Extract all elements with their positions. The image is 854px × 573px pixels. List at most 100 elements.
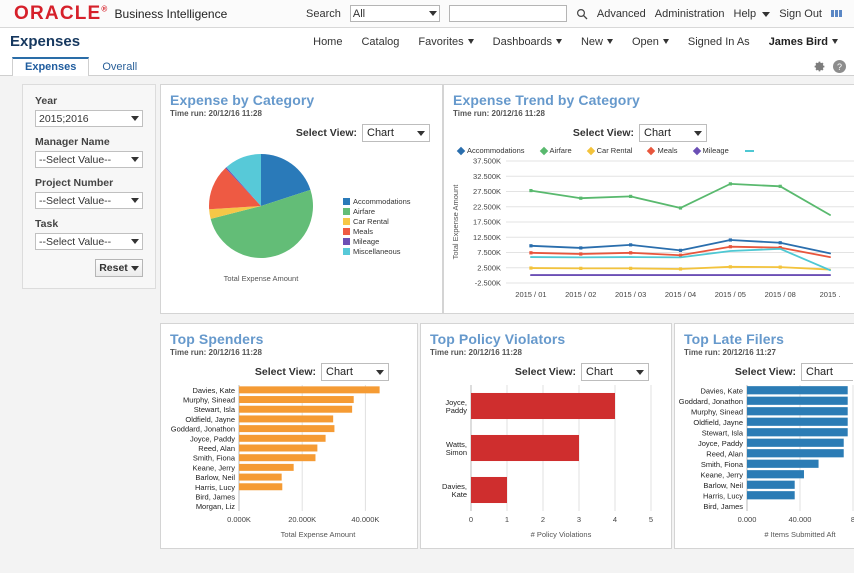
data-point[interactable] bbox=[579, 267, 582, 270]
bar[interactable] bbox=[747, 439, 844, 447]
year-select[interactable]: 2015;2016 bbox=[35, 110, 143, 127]
nav-home[interactable]: Home bbox=[313, 36, 342, 48]
manager-name-select[interactable]: --Select Value-- bbox=[35, 151, 143, 168]
data-point[interactable] bbox=[529, 266, 532, 269]
bar[interactable] bbox=[239, 406, 352, 413]
nav-favorites[interactable]: Favorites bbox=[418, 36, 473, 48]
bar-category-label: Bird, James bbox=[195, 492, 235, 501]
bar[interactable] bbox=[747, 407, 848, 415]
select-view-dropdown[interactable]: Chart bbox=[801, 363, 853, 381]
data-point[interactable] bbox=[629, 251, 632, 254]
data-point[interactable] bbox=[729, 182, 732, 185]
data-point[interactable] bbox=[779, 185, 782, 188]
data-point[interactable] bbox=[629, 195, 632, 198]
project-number-select[interactable]: --Select Value-- bbox=[35, 192, 143, 209]
data-point[interactable] bbox=[729, 238, 732, 241]
select-view-dropdown[interactable]: Chart bbox=[321, 363, 389, 381]
x-tick-label: 20.000K bbox=[288, 515, 316, 524]
bar[interactable] bbox=[239, 445, 317, 452]
help-icon[interactable]: ? bbox=[833, 60, 846, 73]
legend-item[interactable]: Meals bbox=[343, 227, 411, 236]
bar[interactable] bbox=[747, 386, 848, 394]
page-title: Expenses bbox=[10, 33, 80, 50]
bar-category-label: Davies, Kate bbox=[700, 386, 743, 395]
bar-category-label: Stewart, Isla bbox=[194, 405, 236, 414]
bar[interactable] bbox=[747, 449, 844, 457]
legend-item[interactable]: Mileage bbox=[694, 146, 729, 155]
data-point[interactable] bbox=[529, 244, 532, 247]
bar[interactable] bbox=[747, 418, 848, 426]
task-select[interactable]: --Select Value-- bbox=[35, 233, 143, 250]
bar[interactable] bbox=[239, 483, 282, 490]
bar[interactable] bbox=[747, 491, 795, 499]
nav-new[interactable]: New bbox=[581, 36, 613, 48]
bar[interactable] bbox=[239, 474, 282, 481]
data-point[interactable] bbox=[579, 246, 582, 249]
data-point[interactable] bbox=[679, 267, 682, 270]
nav-dashboards[interactable]: Dashboards bbox=[493, 36, 562, 48]
data-point[interactable] bbox=[579, 197, 582, 200]
bar[interactable] bbox=[239, 435, 326, 442]
legend-label: Airfare bbox=[550, 146, 572, 155]
legend-item[interactable]: Accommodations bbox=[458, 146, 525, 155]
data-point[interactable] bbox=[729, 245, 732, 248]
line-chart: -2.500K2.500K7.500K12.500K17.500K22.500K… bbox=[444, 155, 854, 305]
select-view-value: Chart bbox=[806, 366, 849, 378]
bar-chart: 0.000K20.000K40.000KDavies, KateMurphy, … bbox=[161, 381, 417, 541]
bar[interactable] bbox=[747, 481, 795, 489]
line-series[interactable] bbox=[531, 184, 830, 215]
select-view-dropdown[interactable]: Chart bbox=[581, 363, 649, 381]
sign-out-link[interactable]: Sign Out bbox=[779, 8, 822, 20]
data-point[interactable] bbox=[579, 252, 582, 255]
bar[interactable] bbox=[471, 435, 579, 461]
legend-item[interactable]: Meals bbox=[648, 146, 677, 155]
data-point[interactable] bbox=[629, 243, 632, 246]
gear-icon[interactable] bbox=[813, 60, 826, 73]
tab-expenses[interactable]: Expenses bbox=[12, 57, 89, 76]
search-scope-select[interactable]: All bbox=[350, 5, 440, 22]
data-point[interactable] bbox=[779, 266, 782, 269]
legend-item[interactable]: Miscellaneous bbox=[343, 247, 411, 256]
data-point[interactable] bbox=[679, 249, 682, 252]
bar[interactable] bbox=[239, 425, 334, 432]
bar[interactable] bbox=[747, 460, 819, 468]
legend-item[interactable]: Accommodations bbox=[343, 197, 411, 206]
data-point[interactable] bbox=[529, 189, 532, 192]
select-view-dropdown[interactable]: Chart bbox=[362, 124, 430, 142]
legend-item[interactable]: Car Rental bbox=[343, 217, 411, 226]
search-input[interactable] bbox=[449, 5, 567, 22]
select-view-dropdown[interactable]: Chart bbox=[639, 124, 707, 142]
reset-button[interactable]: Reset bbox=[95, 259, 143, 277]
user-menu[interactable]: James Bird bbox=[769, 36, 838, 48]
legend-item[interactable] bbox=[745, 150, 754, 152]
search-icon[interactable] bbox=[576, 8, 588, 20]
nav-catalog[interactable]: Catalog bbox=[361, 36, 399, 48]
data-point[interactable] bbox=[679, 206, 682, 209]
panel-top-late-filers: Top Late Filers Time run: 20/12/16 11:27… bbox=[674, 323, 854, 549]
chevron-down-icon bbox=[762, 12, 770, 17]
bar[interactable] bbox=[747, 428, 848, 436]
legend-item[interactable]: Mileage bbox=[343, 237, 411, 246]
data-point[interactable] bbox=[729, 265, 732, 268]
data-point[interactable] bbox=[629, 267, 632, 270]
legend-item[interactable]: Airfare bbox=[343, 207, 411, 216]
help-menu[interactable]: Help bbox=[734, 8, 771, 20]
bar[interactable] bbox=[747, 470, 804, 478]
advanced-link[interactable]: Advanced bbox=[597, 8, 646, 20]
bar[interactable] bbox=[239, 464, 294, 471]
data-point[interactable] bbox=[779, 241, 782, 244]
bar[interactable] bbox=[471, 477, 507, 503]
bar[interactable] bbox=[239, 454, 315, 461]
bar[interactable] bbox=[471, 393, 615, 419]
nav-open[interactable]: Open bbox=[632, 36, 669, 48]
legend-item[interactable]: Airfare bbox=[541, 146, 572, 155]
bar[interactable] bbox=[239, 415, 333, 422]
data-point[interactable] bbox=[529, 251, 532, 254]
tab-overall[interactable]: Overall bbox=[89, 58, 150, 76]
more-options-icon[interactable] bbox=[831, 10, 842, 17]
bar[interactable] bbox=[239, 386, 380, 393]
administration-link[interactable]: Administration bbox=[655, 8, 725, 20]
bar[interactable] bbox=[239, 396, 354, 403]
bar[interactable] bbox=[747, 397, 848, 405]
legend-item[interactable]: Car Rental bbox=[588, 146, 633, 155]
